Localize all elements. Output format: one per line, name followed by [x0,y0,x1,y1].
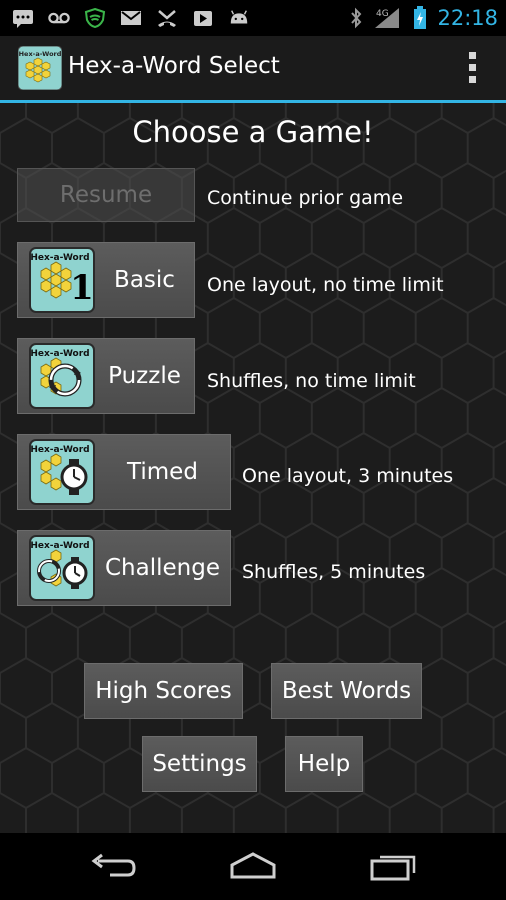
timed-mode-icon: Hex-a-Word [29,439,95,505]
puzzle-mode-label: Puzzle [108,363,181,389]
play-store-icon [194,11,212,26]
back-icon[interactable] [88,851,138,881]
puzzle-mode-button[interactable]: Hex-a-Word Puzzle [17,338,195,414]
basic-mode-label: Basic [114,267,175,293]
resume-description: Continue prior game [207,187,404,209]
challenge-mode-description: Shuffles, 5 minutes [242,561,426,583]
svg-text:Hex-a-Word: Hex-a-Word [19,50,62,58]
page-title: Choose a Game! [132,115,374,149]
app-title: Hex-a-Word Select [68,53,280,79]
message-icon [13,10,33,28]
puzzle-mode-icon: Hex-a-Word [29,343,95,409]
svg-text:Hex-a-Word: Hex-a-Word [30,541,89,551]
gmail-icon [121,11,141,25]
svg-text:1: 1 [70,268,94,308]
network-type-text: 4G [376,9,389,19]
help-button[interactable]: Help [285,736,363,792]
missed-call-icon [158,10,176,27]
signal-icon: 4G [375,8,400,28]
home-icon[interactable] [228,851,278,881]
action-bar: Hex-a-Word Hex-a-Word Select [0,36,506,103]
hex-a-word-app-icon[interactable]: Hex-a-Word [18,46,62,90]
bluetooth-icon [351,7,362,29]
settings-button[interactable]: Settings [142,736,257,792]
battery-charging-icon [414,6,427,29]
puzzle-mode-description: Shuffles, no time limit [207,370,416,392]
voicemail-icon [48,12,70,24]
svg-text:Hex-a-Word: Hex-a-Word [30,445,89,455]
high-scores-button[interactable]: High Scores [84,663,243,719]
basic-mode-description: One layout, no time limit [207,274,444,296]
challenge-mode-icon: Hex-a-Word [29,535,95,601]
timed-mode-label: Timed [127,459,198,485]
android-icon [230,10,248,24]
overflow-menu-icon[interactable] [468,52,476,84]
basic-mode-button[interactable]: Hex-a-Word 1 Basic [17,242,195,318]
navigation-bar [0,833,506,900]
game-select-panel: Choose a Game! Resume Continue prior gam… [0,103,506,833]
basic-mode-icon: Hex-a-Word 1 [29,247,95,313]
challenge-mode-button[interactable]: Hex-a-Word Challenge [17,530,231,606]
challenge-mode-label: Challenge [105,555,220,581]
shield-icon [84,8,106,28]
clock-text: 22:18 [437,6,498,30]
status-bar: 4G 22:18 [0,0,506,36]
best-words-button[interactable]: Best Words [271,663,422,719]
timed-mode-description: One layout, 3 minutes [242,465,454,487]
resume-button[interactable]: Resume [17,168,195,222]
svg-text:Hex-a-Word: Hex-a-Word [30,349,89,359]
recent-apps-icon[interactable] [368,851,418,881]
timed-mode-button[interactable]: Hex-a-Word Timed [17,434,231,510]
svg-text:Hex-a-Word: Hex-a-Word [30,253,89,263]
